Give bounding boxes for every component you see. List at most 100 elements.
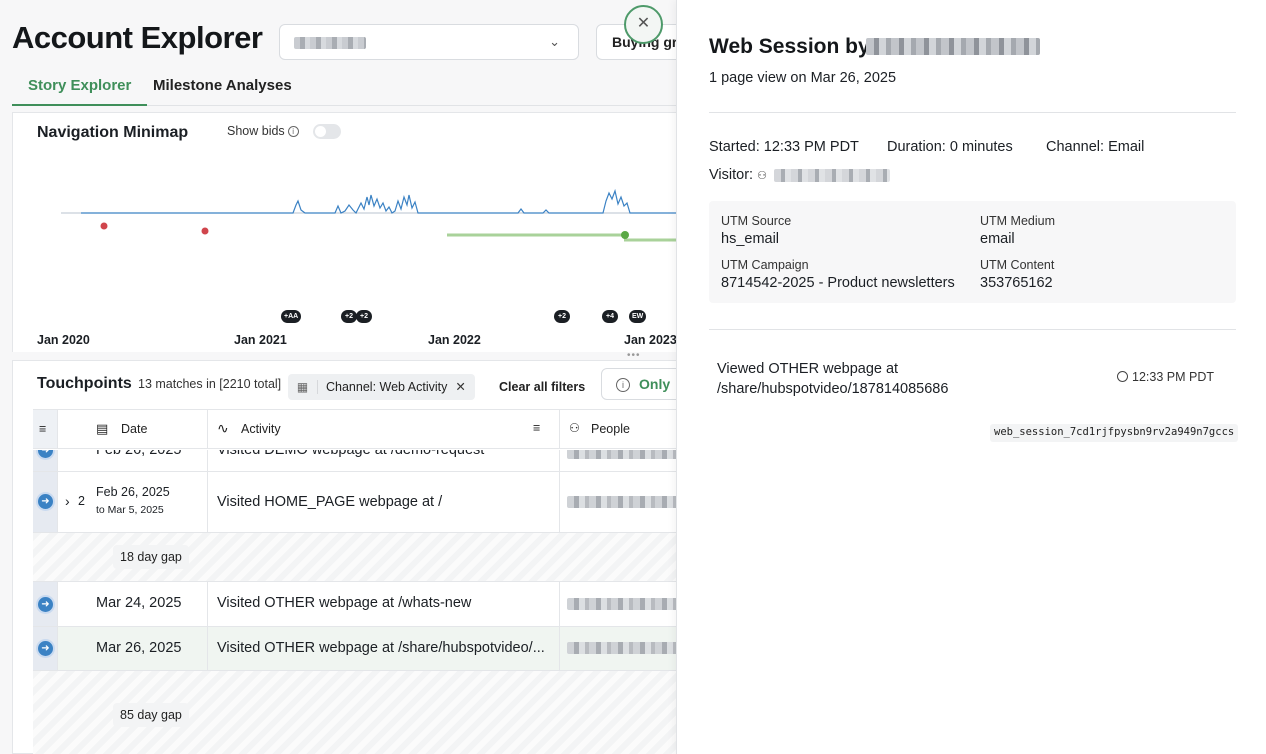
year-label: Jan 2023 — [624, 333, 677, 347]
column-people[interactable]: ⚇ People — [560, 410, 690, 448]
filter-chip[interactable]: ▦ Channel: Web Activity ✕ — [288, 374, 475, 400]
pageview-line-1: Viewed OTHER webpage at — [717, 361, 899, 377]
row-activity: Visited OTHER webpage at /share/hubspotv… — [208, 627, 560, 670]
tab-story-explorer[interactable]: Story Explorer — [12, 77, 148, 106]
touchpoints-title: Touchpoints — [37, 375, 132, 392]
column-date-label: Date — [121, 422, 148, 436]
row-activity-text: Visited OTHER webpage at /whats-new — [217, 595, 472, 611]
calendar-icon: ▤ — [96, 421, 109, 436]
row-gutter: ➜ — [33, 627, 58, 670]
gap-label: 18 day gap — [113, 545, 189, 569]
event-dot[interactable] — [100, 222, 108, 230]
close-panel-button[interactable]: ✕ — [624, 5, 663, 44]
session-channel: Channel: Email — [1046, 139, 1145, 155]
people-redacted — [567, 598, 690, 610]
panel-subtitle: 1 page view on Mar 26, 2025 — [709, 70, 897, 86]
close-icon: ✕ — [636, 15, 651, 32]
column-date[interactable]: ▤ Date — [58, 410, 208, 448]
row-date-to: to Mar 5, 2025 — [96, 504, 164, 516]
minimap-marker[interactable]: EW — [629, 310, 647, 323]
minimap-marker[interactable]: +AA — [281, 310, 302, 323]
divider — [709, 329, 1236, 330]
row-gutter: ➜ — [33, 582, 58, 626]
table-row[interactable]: ➜ Feb 26, 2025 Visited DEMO webpage at /… — [33, 450, 690, 472]
utm-box: UTM Source hs_email UTM Medium email UTM… — [709, 201, 1236, 303]
row-date: Feb 26, 2025 — [58, 450, 208, 471]
pageview-time-text: 12:33 PM PDT — [1132, 370, 1214, 384]
people-redacted — [567, 642, 690, 654]
people-icon: ⚇ — [757, 170, 767, 182]
row-date-text: Mar 26, 2025 — [96, 640, 182, 656]
open-arrow-icon[interactable]: ➜ — [38, 641, 53, 656]
session-duration: Duration: 0 minutes — [887, 139, 1013, 155]
row-group-count: 2 — [78, 494, 85, 508]
utm-source-value: hs_email — [721, 231, 780, 247]
row-activity-text: Visited DEMO webpage at /demo-request — [217, 450, 485, 458]
session-id[interactable]: web_session_7cd1rjfpysbn9rv2a949n7gccs — [990, 424, 1239, 442]
visitor-redacted[interactable] — [774, 169, 890, 182]
event-dot[interactable] — [201, 227, 209, 235]
column-people-label: People — [591, 422, 630, 436]
column-activity[interactable]: ∿ Activity ≡ — [208, 410, 560, 448]
minimap-marker[interactable]: +2 — [356, 310, 372, 323]
utm-content-value: 353765162 — [980, 275, 1053, 291]
table-header: ≡ ▤ Date ∿ Activity ≡ ⚇ People — [33, 409, 690, 449]
table-row[interactable]: ➜ Mar 24, 2025 Visited OTHER webpage at … — [33, 582, 690, 627]
panel-title: Web Session by — [709, 35, 870, 58]
tab-milestone-analyses[interactable]: Milestone Analyses — [153, 77, 292, 104]
minimap-marker[interactable]: +4 — [602, 310, 618, 323]
year-label: Jan 2021 — [234, 333, 287, 347]
clear-all-filters-button[interactable]: Clear all filters — [499, 380, 585, 394]
row-date: Mar 26, 2025 — [58, 627, 208, 670]
page-title: Account Explorer — [12, 20, 263, 55]
utm-medium-value: email — [980, 231, 1015, 247]
utm-campaign-value: 8714542-2025 - Product newsletters — [721, 275, 955, 291]
row-activity-text: Visited OTHER webpage at /share/hubspotv… — [217, 640, 545, 656]
touchpoints-count: 13 matches in [2210 total] — [138, 377, 282, 391]
utm-campaign-label: UTM Campaign — [721, 258, 809, 272]
web-session-panel: Web Session by 1 page view on Mar 26, 20… — [676, 0, 1266, 754]
account-name-redacted — [294, 37, 366, 49]
utm-medium-label: UTM Medium — [980, 214, 1056, 228]
account-select[interactable]: ⌄ — [279, 24, 579, 60]
minimap-marker[interactable]: +2 — [554, 310, 570, 323]
chevron-right-icon[interactable]: › — [65, 493, 70, 509]
open-arrow-icon[interactable]: ➜ — [38, 450, 53, 458]
table-row[interactable]: ➜ › 2 Feb 26, 2025 to Mar 5, 2025 Visite… — [33, 472, 690, 533]
row-activity: Visited DEMO webpage at /demo-request — [208, 450, 560, 471]
deal-point[interactable] — [621, 231, 629, 239]
account-explorer-app: Account Explorer ⌄ Buying gr Story Explo… — [0, 0, 690, 754]
row-date-text: Mar 24, 2025 — [96, 595, 182, 611]
session-started: Started: 12:33 PM PDT — [709, 139, 859, 155]
visitor-row: Visitor: ⚇ — [709, 167, 767, 183]
year-label: Jan 2022 — [428, 333, 481, 347]
row-date-text: Feb 26, 2025 — [96, 485, 170, 499]
table-row-selected[interactable]: ➜ Mar 26, 2025 Visited OTHER webpage at … — [33, 627, 690, 671]
filter-icon[interactable]: ≡ — [533, 421, 540, 435]
open-arrow-icon[interactable]: ➜ — [38, 597, 53, 612]
chevron-down-icon: ⌄ — [549, 34, 560, 49]
filter-chip-label: Channel: Web Activity — [326, 380, 448, 394]
year-label: Jan 2020 — [37, 333, 90, 347]
navigation-minimap: Navigation Minimap Show bids i +AA +2 +2 … — [12, 112, 690, 352]
clock-icon — [1117, 371, 1128, 382]
filter-icon[interactable]: ≡ — [33, 410, 58, 448]
day-gap: 18 day gap — [33, 533, 690, 582]
open-arrow-icon[interactable]: ➜ — [38, 494, 53, 509]
row-date: › 2 Feb 26, 2025 to Mar 5, 2025 — [58, 472, 208, 532]
divider — [709, 112, 1236, 113]
pageview-url[interactable]: /share/hubspotvideo/187814085686 — [717, 379, 948, 399]
gap-label: 85 day gap — [113, 703, 189, 727]
pageview-description: Viewed OTHER webpage at /share/hubspotvi… — [717, 359, 948, 399]
row-date: Mar 24, 2025 — [58, 582, 208, 626]
row-gutter: ➜ — [33, 450, 58, 471]
minimap-marker[interactable]: +2 — [341, 310, 357, 323]
pageview-time: 12:33 PM PDT — [1117, 370, 1214, 384]
close-icon[interactable]: ✕ — [455, 380, 474, 394]
tab-bar: Story Explorer Milestone Analyses — [12, 70, 690, 106]
row-gutter: ➜ — [33, 472, 58, 532]
people-redacted — [567, 450, 690, 459]
only-label: Only — [639, 376, 671, 392]
visitor-label: Visitor: — [709, 167, 754, 183]
table-icon: ▦ — [288, 380, 318, 394]
